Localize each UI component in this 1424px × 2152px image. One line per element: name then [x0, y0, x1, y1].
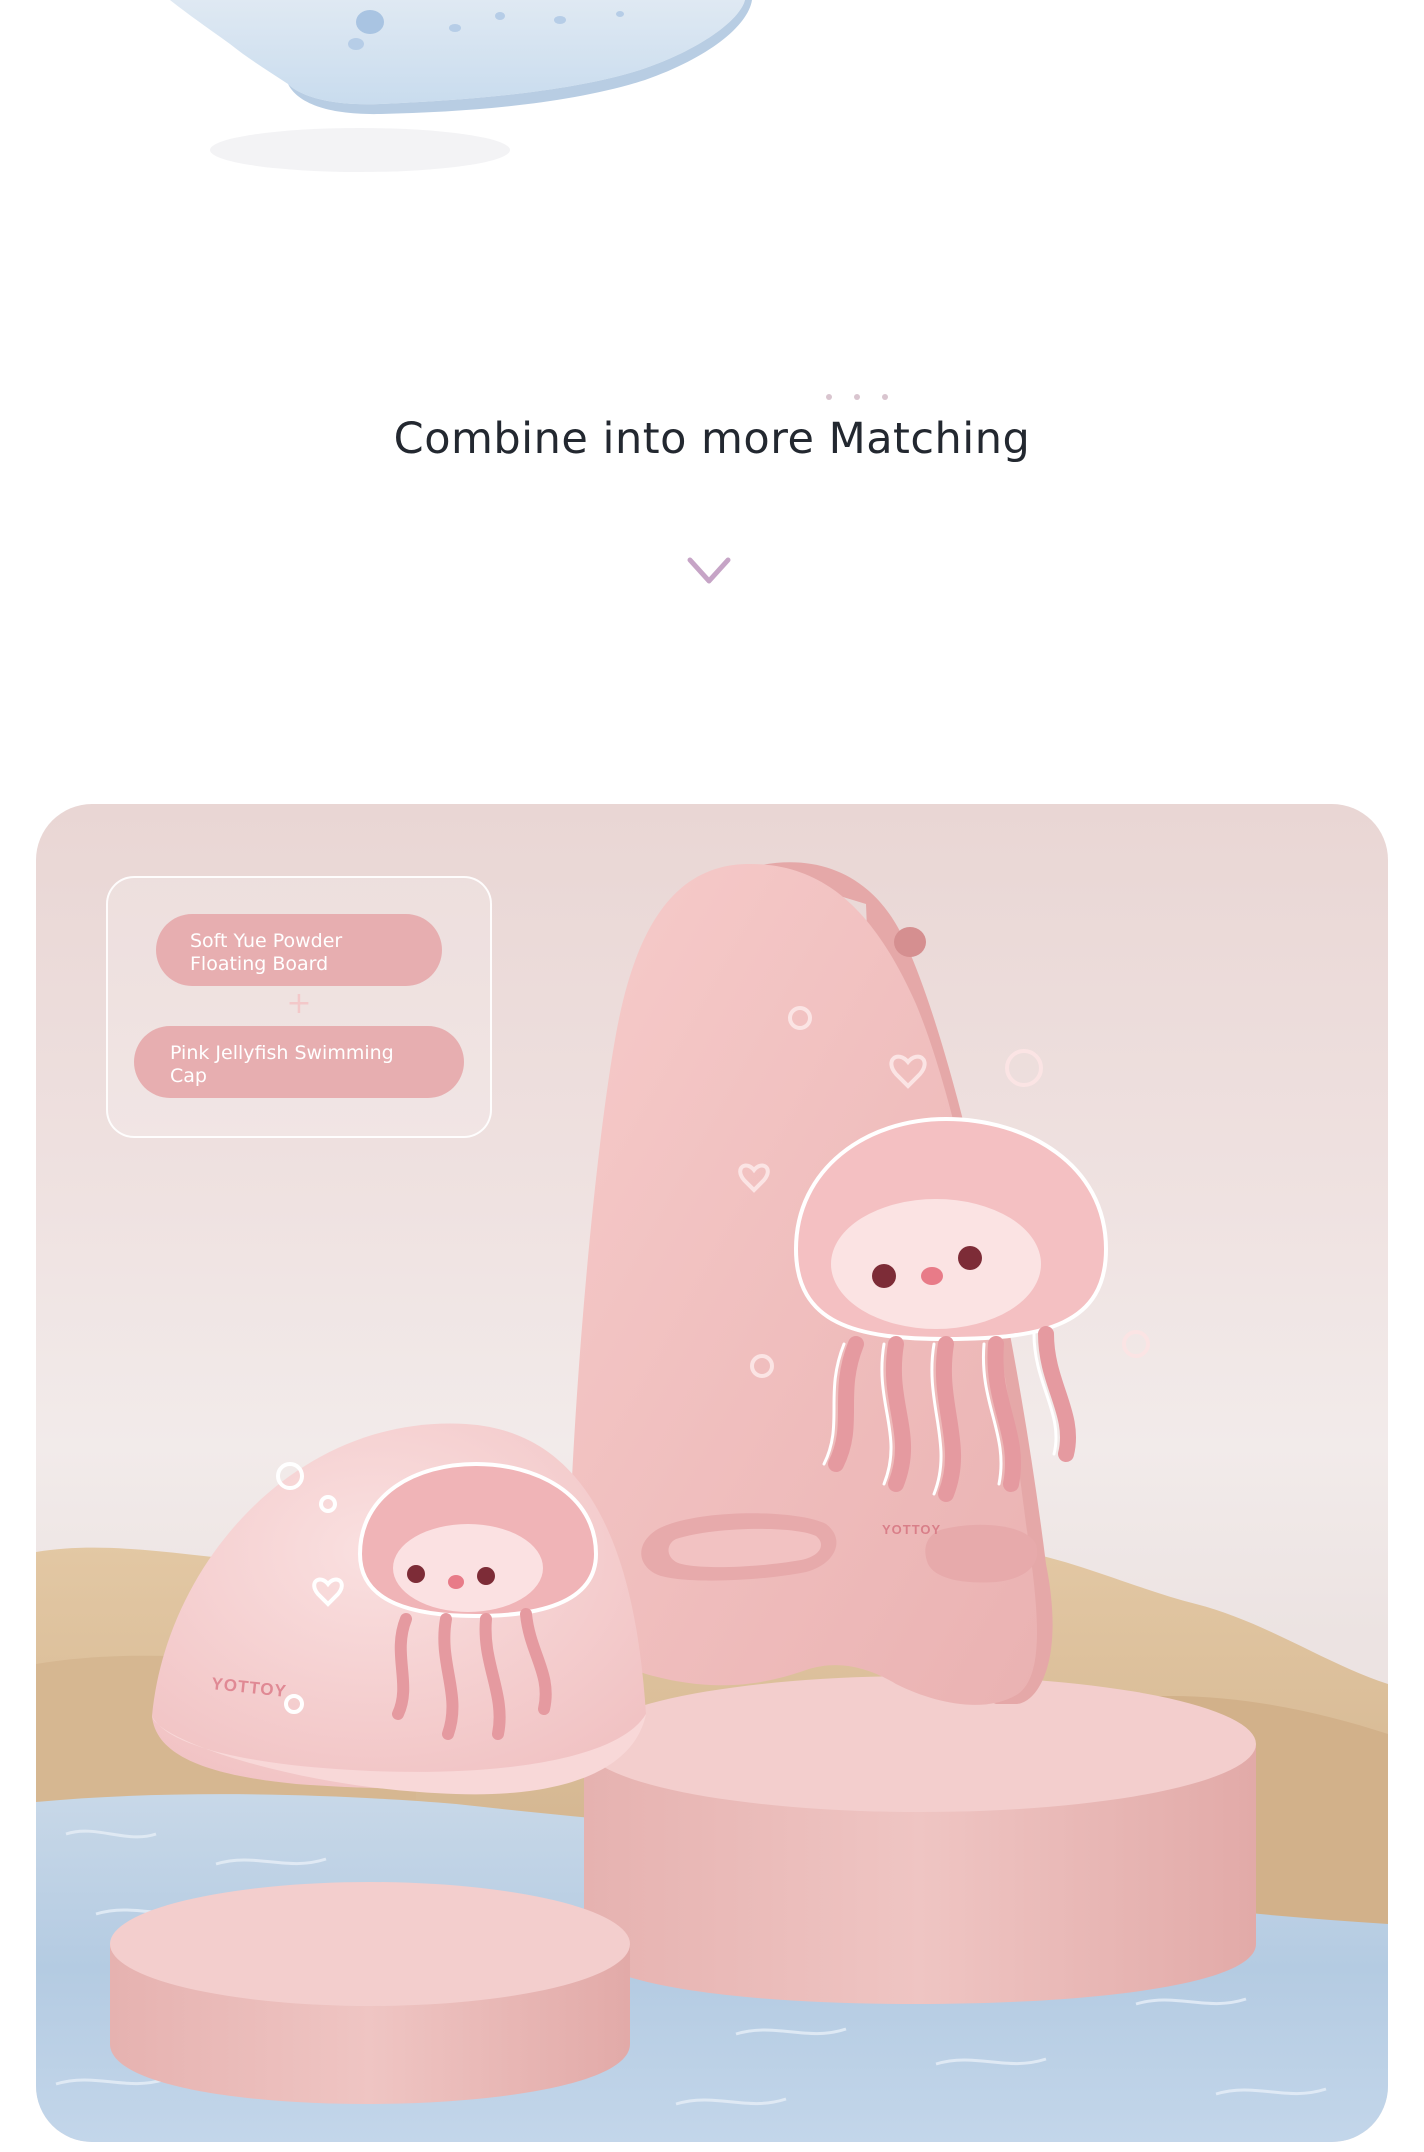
board-brand-logo: YOTTOY: [882, 1522, 941, 1537]
product-scene-card: YOTTOY YOTTOY Soft Yue Powder Floating B…: [36, 804, 1388, 2142]
decor-dot: [826, 394, 832, 400]
top-floating-board-image: [170, 0, 752, 172]
combo-item-swimming-cap: Pink Jellyfish Swimming Cap: [134, 1026, 464, 1098]
combo-label-box: Soft Yue Powder Floating Board + Pink Je…: [106, 876, 492, 1138]
decor-dot: [854, 394, 860, 400]
section-heading: Combine into more Matching: [393, 414, 1031, 464]
combo-item-floating-board: Soft Yue Powder Floating Board: [156, 914, 442, 986]
dots-icon: [826, 394, 906, 402]
chevron-down-icon: [687, 557, 731, 584]
plus-icon: +: [286, 986, 312, 1021]
decor-dot: [882, 394, 888, 400]
